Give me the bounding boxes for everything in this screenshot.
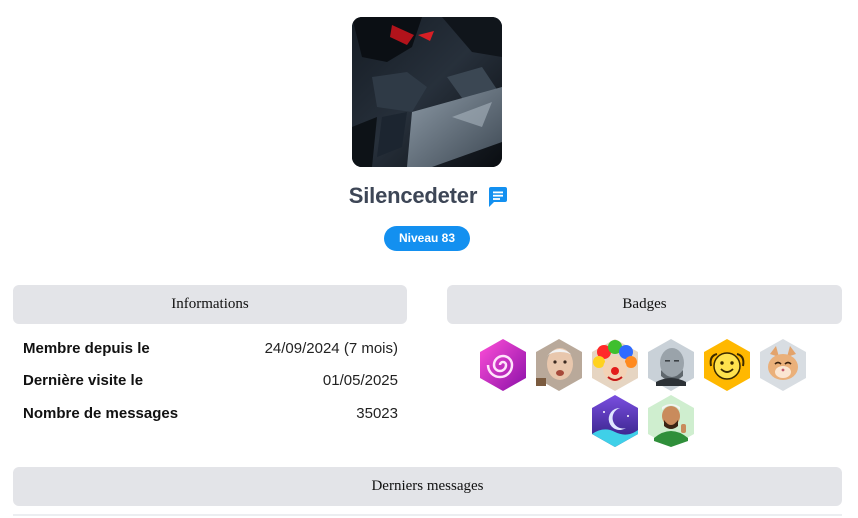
derniers-messages-header: Derniers messages	[13, 467, 842, 506]
info-value: 24/09/2024 (7 mois)	[264, 339, 398, 357]
level-badge: Niveau 83	[384, 226, 470, 251]
info-value: 35023	[356, 404, 398, 422]
moon-night-badge-icon[interactable]	[590, 394, 640, 448]
profile-name-row: Silencedeter	[0, 183, 858, 209]
thumbs-up-man-badge-icon[interactable]	[646, 394, 696, 448]
pink-spiral-badge-icon[interactable]	[478, 338, 528, 392]
section-divider	[13, 514, 842, 516]
info-row-member-since: Membre depuis le 24/09/2024 (7 mois)	[23, 338, 398, 358]
chat-bubble-icon[interactable]	[487, 186, 509, 208]
informations-header: Informations	[13, 285, 407, 324]
clown-badge-icon[interactable]	[590, 338, 640, 392]
username: Silencedeter	[348, 183, 478, 208]
info-value: 01/05/2025	[322, 371, 398, 389]
bald-man-badge-icon[interactable]	[646, 338, 696, 392]
elderly-man-meme-badge-icon[interactable]	[534, 338, 584, 392]
info-row-message-count: Nombre de messages 35023	[23, 403, 398, 423]
cat-badge-icon[interactable]	[758, 338, 808, 392]
info-row-last-visit: Dernière visite le 01/05/2025	[23, 370, 398, 390]
info-label: Nombre de messages	[23, 404, 179, 422]
badges-header: Badges	[447, 285, 842, 324]
dark-robot-avatar-icon	[352, 17, 502, 167]
info-label: Membre depuis le	[23, 339, 150, 357]
yellow-smiley-badge-icon[interactable]	[702, 338, 752, 392]
profile-avatar	[352, 17, 502, 167]
info-label: Dernière visite le	[23, 371, 144, 389]
